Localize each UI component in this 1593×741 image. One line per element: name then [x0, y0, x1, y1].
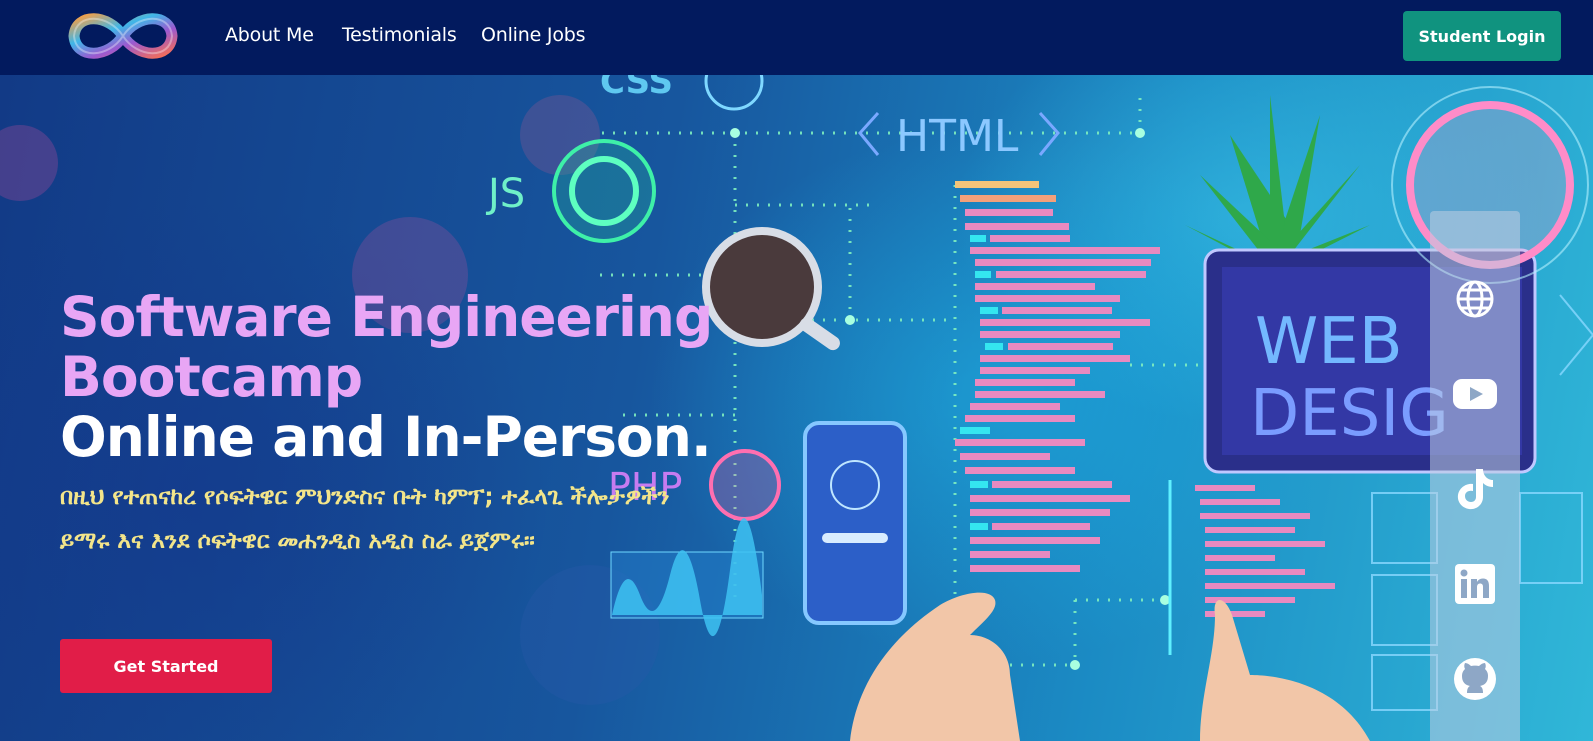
globe-icon[interactable]: [1452, 276, 1498, 322]
infinity-logo-icon[interactable]: [64, 2, 182, 70]
github-icon[interactable]: [1452, 656, 1498, 702]
hero-title: Software Engineering Bootcamp Online and…: [60, 287, 780, 467]
hero-section: CSS HTML JS PHP WEB DESIG Software Engin…: [0, 75, 1593, 741]
hero-title-line-3: Online and In-Person.: [60, 405, 712, 469]
hero-title-line-2: Bootcamp: [60, 345, 363, 409]
get-started-button[interactable]: Get Started: [60, 639, 272, 693]
hero-subtitle-amharic: በዚህ የተጠናከረ የሶፍትዌር ምህንድስና ቡት ካምፕ; ተፈላጊ ችሎ…: [60, 484, 670, 554]
nav-link-about-me[interactable]: About Me: [225, 24, 314, 46]
hero-title-line-1: Software Engineering: [60, 285, 713, 349]
social-links-sidebar: [1430, 211, 1520, 741]
html-label: HTML: [896, 111, 1019, 162]
tiktok-icon[interactable]: [1452, 466, 1498, 512]
youtube-icon[interactable]: [1452, 371, 1498, 417]
top-navbar: About Me Testimonials Online Jobs Studen…: [0, 0, 1593, 75]
css-label: CSS: [600, 75, 673, 102]
student-login-button[interactable]: Student Login: [1403, 11, 1561, 61]
nav-link-online-jobs[interactable]: Online Jobs: [481, 24, 586, 46]
linkedin-icon[interactable]: [1452, 561, 1498, 607]
design-label: DESIG: [1250, 377, 1449, 451]
web-label: WEB: [1255, 305, 1403, 379]
nav-link-testimonials[interactable]: Testimonials: [342, 24, 457, 46]
js-label: JS: [485, 171, 525, 217]
